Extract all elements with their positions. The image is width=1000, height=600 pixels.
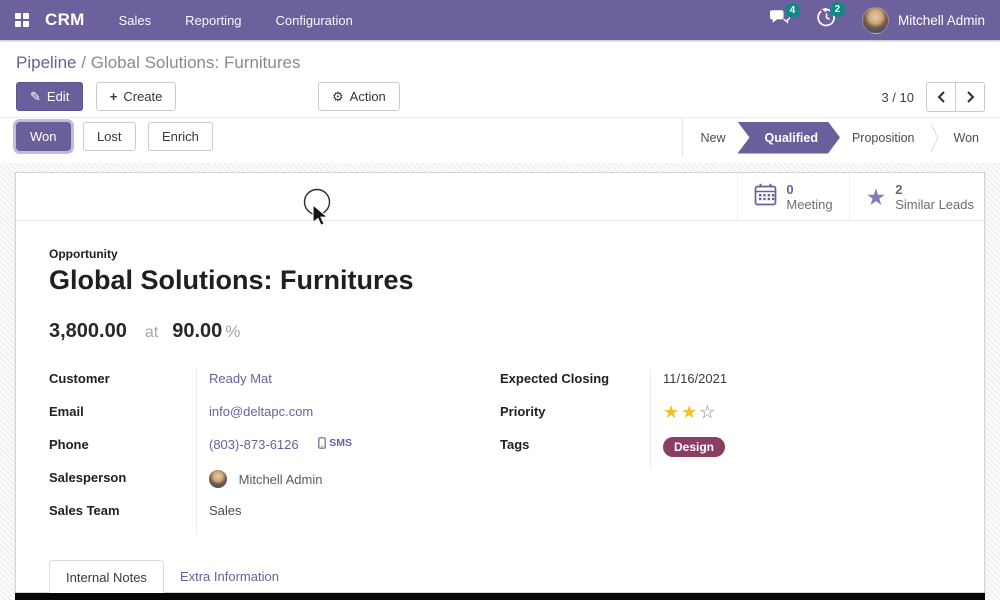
priority-label: Priority	[500, 402, 650, 435]
sales-team-row: Sales Team Sales	[49, 501, 500, 534]
tags-row: Tags Design	[500, 435, 951, 468]
similar-leads-label: Similar Leads	[895, 197, 974, 212]
stage-qualified-active[interactable]: Qualified	[737, 122, 839, 154]
notebook-tabs: Internal Notes Extra Information	[16, 560, 984, 594]
mark-won-button[interactable]: Won	[16, 122, 71, 151]
salesperson-label: Salesperson	[49, 468, 196, 501]
gear-icon: ⚙	[332, 89, 344, 104]
action-menu-button[interactable]: ⚙ Action	[318, 82, 400, 111]
meeting-count: 0	[786, 182, 832, 197]
breadcrumb-pipeline-link[interactable]: Pipeline	[16, 53, 77, 72]
phone-label: Phone	[49, 435, 196, 468]
customer-label: Customer	[49, 369, 196, 402]
opportunity-form-card: 0 Meeting ★ 2 Similar Leads Opportunity …	[15, 172, 985, 593]
user-menu[interactable]: Mitchell Admin	[862, 7, 985, 34]
similar-leads-count: 2	[895, 182, 974, 197]
field-groups: Customer Ready Mat Email info@deltapc.co…	[49, 369, 951, 534]
bottom-dark-strip	[15, 593, 985, 600]
salesperson-value[interactable]: Mitchell Admin	[239, 472, 323, 487]
expected-closing-value[interactable]: 11/16/2021	[663, 371, 727, 386]
similar-leads-stat-button[interactable]: ★ 2 Similar Leads	[849, 173, 984, 220]
salesperson-row: Salesperson Mitchell Admin	[49, 468, 500, 501]
priority-stars: ★★☆	[650, 402, 951, 435]
user-name: Mitchell Admin	[898, 13, 985, 28]
star-icon: ★	[866, 187, 887, 207]
top-navbar: CRM Sales Reporting Configuration 4	[0, 0, 1000, 40]
expected-revenue-row: 3,800.00 at 90.00 %	[49, 320, 951, 343]
control-panel: Pipeline / Global Solutions: Furnitures …	[0, 40, 1000, 157]
navbar-right: 4 2 Mitchell Admin	[770, 7, 985, 34]
menu-reporting[interactable]: Reporting	[185, 13, 241, 28]
opportunity-title: Global Solutions: Furnitures	[49, 264, 951, 296]
phone-value-link[interactable]: (803)-873-6126	[209, 437, 299, 452]
plus-icon: +	[110, 89, 118, 104]
stat-button-row: 0 Meeting ★ 2 Similar Leads	[16, 173, 984, 221]
pager-next-button[interactable]	[955, 82, 985, 112]
calendar-icon	[754, 183, 777, 211]
tab-internal-notes[interactable]: Internal Notes	[49, 560, 164, 594]
status-row: Won Lost Enrich New Qualified Propositio…	[0, 117, 1000, 157]
form-view-background: 0 Meeting ★ 2 Similar Leads Opportunity …	[0, 163, 1000, 600]
meeting-stat-button[interactable]: 0 Meeting	[737, 173, 848, 220]
navbar-menus: Sales Reporting Configuration	[119, 13, 353, 28]
stage-won[interactable]: Won	[939, 122, 994, 154]
tags-label: Tags	[500, 435, 650, 468]
record-pager: 3 / 10	[881, 82, 985, 112]
email-label: Email	[49, 402, 196, 435]
stage-separator-icon	[930, 122, 939, 154]
star-filled-icon[interactable]: ★	[663, 402, 679, 422]
meeting-label: Meeting	[786, 197, 832, 212]
priority-row: Priority ★★☆	[500, 402, 951, 435]
menu-configuration[interactable]: Configuration	[276, 13, 353, 28]
stage-proposition[interactable]: Proposition	[837, 122, 930, 154]
form-sheet: Opportunity Global Solutions: Furnitures…	[16, 221, 984, 534]
customer-value-link[interactable]: Ready Mat	[209, 371, 272, 386]
messages-button[interactable]: 4	[770, 9, 791, 31]
stage-statusbar: New Qualified Proposition Won	[682, 118, 1000, 157]
phone-row: Phone (803)-873-6126 SMS	[49, 435, 500, 468]
probability-value: 90.00	[172, 320, 222, 343]
customer-row: Customer Ready Mat	[49, 369, 500, 402]
percent-sign: %	[225, 322, 240, 342]
app-brand[interactable]: CRM	[45, 10, 85, 30]
breadcrumb-current: Global Solutions: Furnitures	[91, 53, 301, 72]
sales-team-value[interactable]: Sales	[209, 503, 242, 518]
pencil-icon: ✎	[30, 89, 41, 104]
expected-closing-label: Expected Closing	[500, 369, 650, 402]
user-avatar	[862, 7, 889, 34]
pager-counter: 3 / 10	[881, 90, 914, 105]
left-field-group: Customer Ready Mat Email info@deltapc.co…	[49, 369, 500, 534]
record-type-label: Opportunity	[49, 247, 951, 261]
at-label: at	[145, 324, 158, 342]
star-filled-icon[interactable]: ★	[681, 402, 697, 422]
apps-menu-icon[interactable]	[15, 13, 29, 27]
pager-previous-button[interactable]	[926, 82, 956, 112]
mark-lost-button[interactable]: Lost	[83, 122, 136, 151]
tag-design[interactable]: Design	[663, 437, 725, 457]
stage-new[interactable]: New	[685, 122, 740, 154]
messages-badge: 4	[785, 3, 800, 18]
enrich-button[interactable]: Enrich	[148, 122, 213, 151]
activities-button[interactable]: 2	[817, 8, 836, 32]
salesperson-avatar	[209, 470, 227, 488]
email-row: Email info@deltapc.com	[49, 402, 500, 435]
menu-sales[interactable]: Sales	[119, 13, 152, 28]
sms-button[interactable]: SMS	[318, 437, 352, 449]
activities-badge: 2	[830, 2, 845, 17]
breadcrumb: Pipeline / Global Solutions: Furnitures	[0, 40, 1000, 75]
create-button[interactable]: + Create	[96, 82, 177, 111]
mobile-phone-icon	[318, 437, 326, 449]
star-empty-icon[interactable]: ☆	[699, 402, 715, 422]
edit-button[interactable]: ✎ Edit	[16, 82, 83, 111]
breadcrumb-separator: /	[81, 53, 86, 72]
right-field-group: Expected Closing 11/16/2021 Priority ★★☆…	[500, 369, 951, 534]
tab-extra-information[interactable]: Extra Information	[164, 560, 295, 593]
email-value-link[interactable]: info@deltapc.com	[209, 404, 313, 419]
expected-revenue-value: 3,800.00	[49, 320, 127, 343]
sales-team-label: Sales Team	[49, 501, 196, 534]
expected-closing-row: Expected Closing 11/16/2021	[500, 369, 951, 402]
control-panel-buttons: ✎ Edit + Create ⚙ Action 3 / 10	[0, 75, 1000, 117]
